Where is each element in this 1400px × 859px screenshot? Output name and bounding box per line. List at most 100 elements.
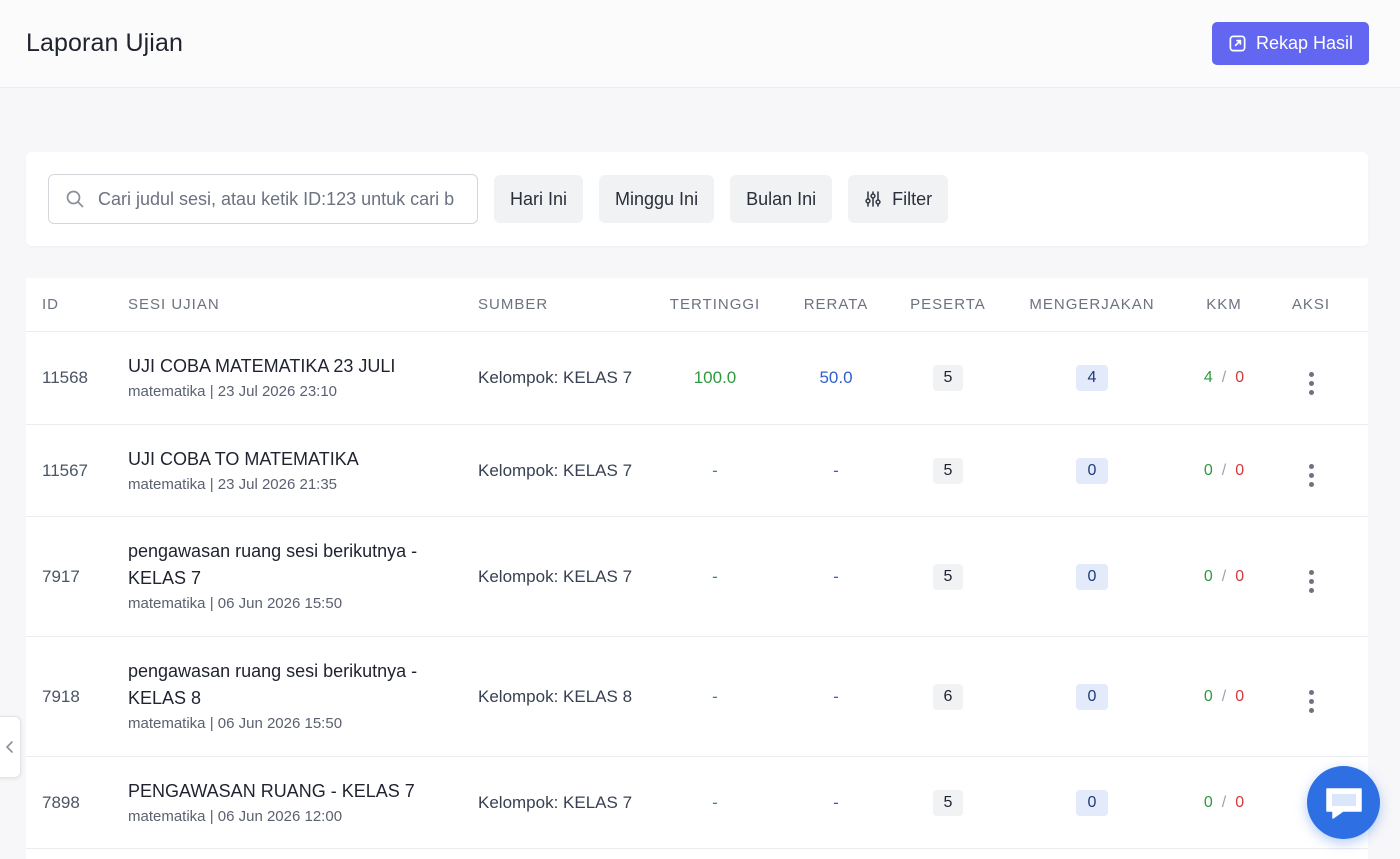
average-score: - xyxy=(833,566,839,586)
exam-report-table: ID SESI UJIAN SUMBER TERTINGGI RERATA PE… xyxy=(26,278,1368,859)
session-subtitle: matematika | 23 Jul 2026 23:10 xyxy=(128,383,338,400)
chat-icon xyxy=(1323,785,1365,821)
col-mengerjakan: MENGERJAKAN xyxy=(1029,296,1155,313)
kkm-pass: 0 xyxy=(1203,567,1213,585)
chip-label: Bulan Ini xyxy=(746,188,817,209)
participants-badge: 5 xyxy=(933,789,963,816)
kebab-menu-icon[interactable] xyxy=(1308,371,1314,395)
highest-score: - xyxy=(712,792,718,812)
average-score: - xyxy=(833,460,839,480)
kkm-fail: 0 xyxy=(1235,687,1245,705)
kkm-separator: / xyxy=(1221,567,1227,585)
session-title: pengawasan ruang sesi berikutnya - KELAS… xyxy=(128,661,418,708)
table-row[interactable]: 11568 UJI COBA MATEMATIKA 23 JULI matema… xyxy=(26,332,1368,425)
kkm-separator: / xyxy=(1221,687,1227,705)
kkm-pass: 0 xyxy=(1203,687,1213,705)
source-cell: Kelompok: KELAS 7 xyxy=(478,792,633,812)
col-aksi: AKSI xyxy=(1291,296,1331,313)
search-input[interactable] xyxy=(98,188,463,210)
kkm-fail: 0 xyxy=(1235,369,1245,386)
filter-button[interactable]: Filter xyxy=(848,175,949,223)
kkm-cell: 0 / 0 xyxy=(1180,794,1268,812)
sidebar-toggle-button[interactable] xyxy=(0,716,21,778)
col-peserta: PESERTA xyxy=(910,296,986,313)
chip-minggu-ini[interactable]: Minggu Ini xyxy=(599,175,715,223)
session-cell: PENGAWASAN RUANG - KELAS 7 matematika | … xyxy=(112,778,462,828)
session-subtitle: matematika | 06 Jun 2026 12:00 xyxy=(128,807,343,825)
kkm-separator: / xyxy=(1221,793,1227,811)
filter-bar: Hari Ini Minggu Ini Bulan Ini Filter xyxy=(26,152,1368,246)
col-tertinggi: TERTINGGI xyxy=(669,296,761,313)
session-cell: UJI COBA MATEMATIKA 23 JULI matematika |… xyxy=(112,353,462,403)
chip-hari-ini[interactable]: Hari Ini xyxy=(494,175,584,223)
col-id: ID xyxy=(42,296,59,313)
row-id: 11568 xyxy=(42,368,89,387)
session-subtitle: matematika | 06 Jun 2026 15:50 xyxy=(128,715,343,732)
filter-label: Filter xyxy=(892,188,933,209)
sliders-icon xyxy=(864,190,882,208)
participants-badge: 5 xyxy=(933,457,963,484)
page-header: Laporan Ujian Rekap Hasil xyxy=(0,0,1400,88)
session-title: PENGAWASAN RUANG - KELAS 7 xyxy=(128,780,415,801)
session-cell: pengawasan ruang sesi berikutnya - KELAS… xyxy=(112,658,462,735)
row-id: 11567 xyxy=(42,460,89,480)
session-title: UJI COBA TO MATEMATIKA xyxy=(128,448,359,469)
kkm-fail: 0 xyxy=(1235,793,1245,811)
table-row[interactable]: 11567 UJI COBA TO MATEMATIKA matematika … xyxy=(26,425,1368,517)
kkm-cell: 4 / 0 xyxy=(1180,369,1268,387)
source-cell: Kelompok: KELAS 8 xyxy=(478,686,633,706)
kkm-separator: / xyxy=(1221,461,1227,479)
session-subtitle: matematika | 06 Jun 2026 15:50 xyxy=(128,595,343,612)
highest-score: - xyxy=(712,686,718,706)
source-cell: Kelompok: KELAS 7 xyxy=(478,566,633,586)
participants-badge: 5 xyxy=(933,365,963,391)
average-score: - xyxy=(833,792,839,812)
table-header: ID SESI UJIAN SUMBER TERTINGGI RERATA PE… xyxy=(26,278,1368,332)
kkm-fail: 0 xyxy=(1235,461,1245,479)
participants-badge: 5 xyxy=(933,563,963,590)
table-row[interactable]: 7898 PENGAWASAN RUANG - KELAS 7 matemati… xyxy=(26,757,1368,849)
highest-score: - xyxy=(712,460,718,480)
attempted-badge: 0 xyxy=(1076,563,1108,590)
average-score: - xyxy=(833,686,839,706)
row-id: 7917 xyxy=(42,566,80,586)
rekap-hasil-label: Rekap Hasil xyxy=(1255,33,1353,53)
row-id: 7898 xyxy=(42,792,80,812)
session-cell: UJI COBA TO MATEMATIKA matematika | 23 J… xyxy=(112,446,462,496)
participants-badge: 6 xyxy=(933,683,963,710)
session-cell: pengawasan ruang sesi berikutnya - KELAS… xyxy=(112,538,462,615)
col-sumber: SUMBER xyxy=(478,296,549,313)
highest-score: 100.0 xyxy=(693,368,737,387)
attempted-badge: 0 xyxy=(1076,683,1108,710)
row-id: 7918 xyxy=(42,686,80,706)
kkm-cell: 0 / 0 xyxy=(1180,688,1268,706)
kebab-menu-icon[interactable] xyxy=(1308,690,1314,713)
col-rerata: RERATA xyxy=(803,296,869,313)
rekap-hasil-button[interactable]: Rekap Hasil xyxy=(1211,22,1369,65)
col-kkm: KKM xyxy=(1206,296,1242,313)
session-title: pengawasan ruang sesi berikutnya - KELAS… xyxy=(128,541,418,588)
attempted-badge: 4 xyxy=(1076,365,1108,391)
search-icon xyxy=(65,189,85,209)
kkm-cell: 0 / 0 xyxy=(1180,568,1268,586)
search-box xyxy=(48,174,478,224)
kebab-menu-icon[interactable] xyxy=(1308,464,1314,487)
chip-label: Minggu Ini xyxy=(615,188,699,209)
chat-button[interactable] xyxy=(1307,766,1380,839)
export-icon xyxy=(1228,34,1247,53)
average-score: 50.0 xyxy=(819,368,853,387)
session-title: UJI COBA MATEMATIKA 23 JULI xyxy=(128,356,396,376)
kkm-pass: 0 xyxy=(1203,793,1213,811)
kebab-menu-icon[interactable] xyxy=(1308,570,1314,593)
chip-label: Hari Ini xyxy=(510,188,568,209)
page-title: Laporan Ujian xyxy=(26,29,183,57)
session-subtitle: matematika | 23 Jul 2026 21:35 xyxy=(128,475,338,493)
kkm-fail: 0 xyxy=(1235,567,1245,585)
attempted-badge: 0 xyxy=(1076,457,1108,484)
table-row[interactable]: 7918 pengawasan ruang sesi berikutnya - … xyxy=(26,637,1368,757)
table-row[interactable]: 7917 pengawasan ruang sesi berikutnya - … xyxy=(26,517,1368,637)
source-cell: Kelompok: KELAS 7 xyxy=(478,460,633,480)
chip-bulan-ini[interactable]: Bulan Ini xyxy=(730,175,833,223)
kkm-pass: 0 xyxy=(1203,461,1213,479)
kkm-separator: / xyxy=(1221,369,1227,386)
